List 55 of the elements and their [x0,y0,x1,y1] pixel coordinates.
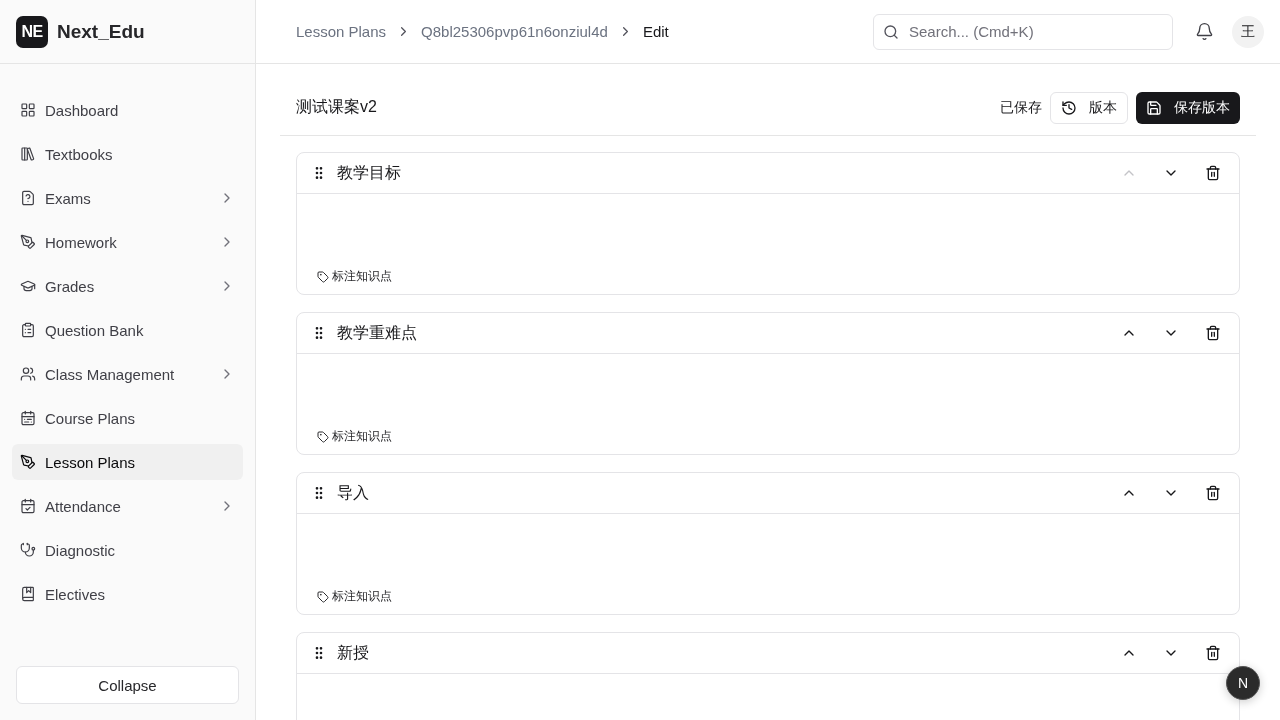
dev-badge[interactable]: N [1226,666,1260,700]
sidebar-item[interactable]: Textbooks [12,136,243,172]
breadcrumb-link[interactable]: Edit [642,23,669,40]
tag-icon [317,270,329,283]
brand-name: Next_Edu [57,20,145,43]
sidebar-item[interactable]: Dashboard [12,92,243,128]
clipboard-icon [20,322,36,338]
bell-icon[interactable] [1195,22,1214,41]
sidebar-item[interactable]: Course Plans [12,400,243,436]
sidebar-item[interactable]: Diagnostic [12,532,243,568]
tag-icon [317,590,329,603]
sidebar-item[interactable]: Exams [12,180,243,216]
calendar-check-icon [20,498,36,514]
books-icon [20,146,36,162]
question-file-icon [20,190,36,206]
sidebar-item[interactable]: Class Management [12,356,243,392]
grid-icon [20,102,36,118]
sidebar-item[interactable]: Lesson Plans [12,444,243,480]
sidebar-item[interactable]: Attendance [12,488,243,524]
section-title: 教学重难点 [337,322,418,343]
search-field[interactable]: Search... (Cmd+K) [873,13,1173,50]
pen-icon [20,234,36,250]
section-title: 教学目标 [337,162,402,183]
sidebar-item[interactable]: Question Bank [12,312,243,348]
graduation-cap-icon [20,278,36,294]
lesson-title: 测试课案v2 [296,97,378,117]
pen-icon [20,454,36,470]
trash-icon [1205,485,1221,501]
section-title: 导入 [337,482,370,503]
users-icon [20,366,36,382]
tag-knowledge-button[interactable]: 标注知识点 [317,268,392,285]
versions-button[interactable]: 版本 [1050,91,1128,124]
calendar-icon [20,410,36,426]
sidebar-item[interactable]: Grades [12,268,243,304]
section-title: 新授 [337,642,370,663]
trash-icon [1205,325,1221,341]
sidebar-item[interactable]: Electives [12,576,243,612]
tag-knowledge-button[interactable]: 标注知识点 [317,588,392,605]
search-icon [883,23,899,40]
save-icon [1146,99,1162,116]
trash-icon [1205,165,1221,181]
history-icon [1061,99,1077,116]
logo: NE [16,15,48,48]
avatar[interactable]: 王 [1232,15,1264,48]
trash-icon [1205,645,1221,661]
stethoscope-icon [20,542,36,558]
breadcrumb-link[interactable]: Lesson Plans [296,23,387,40]
collapse-button[interactable]: Collapse [16,666,239,704]
bookmark-icon [20,586,36,602]
breadcrumb-link[interactable]: Q8bl25306pvp61n6onziul4d [421,23,608,40]
tag-icon [317,430,329,443]
save-version-button[interactable]: 保存版本 [1136,91,1240,124]
sidebar-item[interactable]: Homework [12,224,243,260]
tag-knowledge-button[interactable]: 标注知识点 [317,428,392,445]
save-status: 已保存 [1000,98,1042,117]
